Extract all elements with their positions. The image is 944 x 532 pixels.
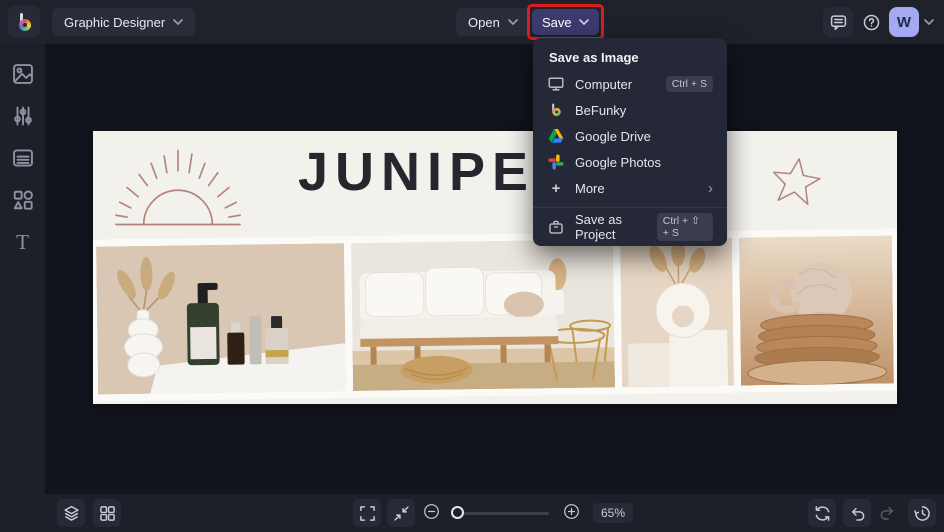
app-switcher-label: Graphic Designer [64,15,165,30]
save-button[interactable]: Save [532,9,599,35]
menu-item-save-as-project[interactable]: Save as Project Ctrl + ⇧ + S [533,214,727,240]
workspace: JUNIPER [45,44,944,494]
fullscreen-icon [359,505,376,522]
layers-button[interactable] [57,499,85,527]
menu-item-label: Computer [575,77,632,92]
avatar-initial: W [897,14,911,31]
zoom-slider-handle[interactable] [451,506,464,519]
redo-icon [879,504,896,521]
image-icon [12,63,34,85]
bottom-bar: 65% [45,494,944,532]
menu-item-label: Google Drive [575,129,651,144]
sidebar-item-graphics[interactable] [9,186,37,214]
shortcut-badge: Ctrl + S [666,76,713,92]
photo-sofa[interactable] [351,239,615,391]
photo-skincare[interactable] [96,243,346,394]
graphic-designer-app: Graphic Designer Open Save [0,0,944,532]
history-icon [914,505,931,522]
menu-item-label: BeFunky [575,103,626,118]
zoom-level-badge[interactable]: 65% [593,503,633,523]
grid-icon [99,505,116,522]
account-chevron-down-icon[interactable] [924,19,934,25]
open-button[interactable]: Open [456,8,530,36]
google-photos-icon [547,153,565,171]
sidebar-item-edit[interactable] [9,102,37,130]
layers-icon [63,505,80,522]
redo-button[interactable] [879,504,899,524]
briefcase-icon [547,218,565,236]
shapes-icon [12,189,34,211]
history-button[interactable] [908,499,936,527]
avatar[interactable]: W [889,7,919,37]
menu-item-label: Google Photos [575,155,661,170]
help-icon [863,14,880,31]
feedback-button[interactable] [823,7,853,37]
zoom-in-button[interactable] [563,503,583,523]
save-annotation-box: Save [527,4,604,40]
zoom-level-value: 65% [601,506,625,520]
chevron-down-icon [173,19,183,25]
fit-to-screen-button[interactable] [387,499,415,527]
photo-donut-vase[interactable] [620,238,734,388]
photo-ceramics[interactable] [739,235,894,385]
menu-item-label: Save as Project [575,212,647,242]
left-toolbar: T [0,44,45,532]
top-bar: Graphic Designer Open Save [0,0,944,44]
save-dropdown-menu: Save as Image Computer Ctrl + S [533,38,727,246]
sidebar-item-text[interactable]: T [9,228,37,256]
befunky-logo[interactable] [8,6,40,38]
minus-circle-icon [423,503,440,520]
chevron-right-icon: › [708,181,713,196]
refresh-button[interactable] [808,499,836,527]
computer-icon [547,75,565,93]
help-button[interactable] [856,7,886,37]
card-icon [12,147,34,169]
fullscreen-button[interactable] [353,499,381,527]
chevron-down-icon [508,19,518,25]
app-switcher-button[interactable]: Graphic Designer [52,8,195,36]
photo-collage [93,228,897,401]
fit-screen-icon [393,505,410,522]
menu-item-label: More [575,181,605,196]
plus-circle-icon [563,503,580,520]
comment-icon [830,14,847,31]
adjustments-icon [12,105,34,127]
text-icon: T [16,232,29,253]
menu-item-computer[interactable]: Computer Ctrl + S [533,71,727,97]
star-illustration[interactable] [768,153,824,209]
sidebar-item-image-manager[interactable] [9,60,37,88]
menu-item-befunky[interactable]: BeFunky [533,97,727,123]
zoom-out-button[interactable] [423,503,443,523]
sidebar-item-templates[interactable] [9,144,37,172]
undo-button[interactable] [843,499,871,527]
undo-icon [849,505,866,522]
save-button-label: Save [542,15,572,30]
menu-item-google-drive[interactable]: Google Drive [533,123,727,149]
save-menu-title: Save as Image [533,42,727,71]
menu-item-google-photos[interactable]: Google Photos [533,149,727,175]
shortcut-badge: Ctrl + ⇧ + S [657,213,713,241]
open-button-label: Open [468,15,500,30]
refresh-icon [814,505,831,522]
sun-illustration[interactable] [108,143,248,231]
google-drive-icon [547,127,565,145]
menu-divider [533,207,727,208]
plus-icon: + [547,179,565,197]
befunky-icon [547,101,565,119]
chevron-down-icon [579,19,589,25]
menu-item-more[interactable]: + More › [533,175,727,201]
zoom-slider[interactable] [453,512,549,515]
design-canvas[interactable]: JUNIPER [93,131,897,404]
grid-view-button[interactable] [93,499,121,527]
